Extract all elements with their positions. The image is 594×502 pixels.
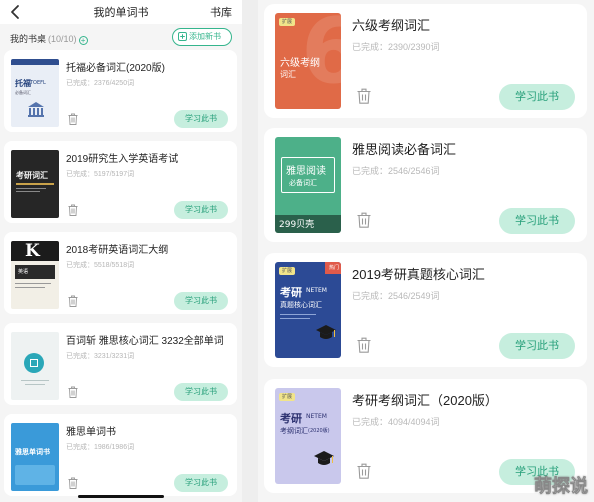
cover-title: 考研 [280, 412, 302, 425]
trash-icon[interactable] [68, 295, 78, 307]
add-book-button[interactable]: 添加新书 [172, 28, 232, 46]
book-title: 考研考纲词汇（2020版） [352, 393, 498, 408]
cover-subtitle: 考纲词汇 [280, 427, 308, 435]
book-card[interactable]: 百词斩 雅思核心词汇 3232全部单词 已完成：3231/3231词 学习此书 [4, 323, 237, 405]
right-screen: 6 扩展 六级考纲 词汇 六级考纲词汇 已完成：2390/2390词 学习此书 … [258, 0, 594, 502]
book-card[interactable]: 考研词汇 2019研究生入学英语考试 已完成：5197/5197词 学习此书 [4, 141, 237, 223]
book-cover: 雅思单词书 [11, 423, 59, 491]
book-progress: 已完成：5197/5197词 [66, 171, 135, 178]
book-progress: 已完成：5518/5518词 [66, 262, 135, 269]
book-title: 六级考纲词汇 [352, 18, 431, 33]
cover-tag: 扩展 [279, 267, 296, 275]
book-progress: 已完成：2546/2549词 [352, 291, 440, 301]
book-title: 2019研究生入学英语考试 [66, 154, 179, 165]
book-cover: K 英语 [11, 241, 59, 309]
book-cover [11, 332, 59, 400]
cover-shells: 299贝壳 [279, 220, 315, 230]
cover-en: NETEM [306, 413, 327, 420]
graduation-cap-icon [314, 451, 334, 465]
cover-title: 考研词汇 [16, 171, 48, 180]
add-circle-icon[interactable]: + [78, 36, 88, 45]
nav-bar: 我的单词书 书库 [0, 0, 242, 24]
cover-letter: K [25, 241, 40, 261]
book-card[interactable]: 雅思阅读 必备词汇 299贝壳 雅思阅读必备词汇 已完成：2546/2546词 … [264, 128, 587, 242]
study-book-button[interactable]: 学习此书 [499, 333, 575, 359]
study-book-button[interactable]: 学习此书 [499, 84, 575, 110]
book-progress: 已完成：3231/3231词 [66, 353, 135, 360]
study-book-button[interactable]: 学习此书 [174, 474, 228, 492]
cover-tag: 扩展 [279, 18, 296, 26]
trash-icon[interactable] [357, 212, 371, 228]
study-book-button[interactable]: 学习此书 [174, 383, 228, 401]
shelf-label: 我的书桌 (10/10) + [10, 32, 88, 45]
shelf-title: 我的书桌 [10, 34, 47, 44]
cover-ribbon: 热门 [328, 265, 339, 271]
book-card[interactable]: K 英语 2018考研英语词汇大纲 已完成：5518/5518词 学习此书 [4, 232, 237, 314]
cover-title: 托福 [15, 79, 31, 88]
book-cover: 雅思阅读 必备词汇 299贝壳 [275, 137, 341, 233]
book-progress: 已完成：2376/4250词 [66, 80, 135, 87]
book-card[interactable]: 6 扩展 六级考纲 词汇 六级考纲词汇 已完成：2390/2390词 学习此书 [264, 4, 587, 118]
cover-subtitle: 必备词汇 [289, 179, 317, 187]
book-title: 雅思阅读必备词汇 [352, 142, 457, 157]
trash-icon[interactable] [357, 463, 371, 479]
book-title: 雅思单词书 [66, 427, 116, 438]
trash-icon[interactable] [357, 337, 371, 353]
cover-title: 六级考纲 [280, 58, 320, 69]
graduation-cap-icon [316, 325, 336, 339]
watermark: 萌探说 [534, 476, 589, 497]
cover-tag: 扩展 [279, 393, 296, 401]
book-title: 2019考研真题核心词汇 [352, 267, 485, 282]
study-book-button[interactable]: 学习此书 [499, 208, 575, 234]
book-progress: 已完成：4094/4094词 [352, 417, 440, 427]
book-title: 托福必备词汇(2020版) [66, 63, 165, 74]
cover-year: (2020版) [308, 428, 330, 434]
trash-icon[interactable] [68, 113, 78, 125]
page-title: 我的单词书 [93, 7, 149, 19]
shelf-count: (10/10) [48, 34, 77, 44]
cover-note: 必备词汇 [15, 90, 31, 95]
add-book-icon [178, 32, 187, 41]
book-progress: 已完成：2546/2546词 [352, 166, 440, 176]
library-link[interactable]: 书库 [210, 4, 232, 20]
book-cover: 6 扩展 六级考纲 词汇 [275, 13, 341, 109]
book-progress: 已完成：1986/1986词 [66, 444, 135, 451]
cover-en: NETEM [306, 287, 327, 294]
book-card[interactable]: 托福 TOEFL 必备词汇 托福必备词汇(2020版) 已完成：2376/425… [4, 50, 237, 132]
cover-title: 考研 [280, 286, 302, 299]
book-card[interactable]: 雅思单词书 雅思单词书 已完成：1986/1986词 学习此书 [4, 414, 237, 496]
book-title: 百词斩 雅思核心词汇 3232全部单词 [66, 336, 224, 347]
study-book-button[interactable]: 学习此书 [174, 292, 228, 310]
building-icon [28, 102, 44, 117]
book-cover: 扩展 考研 NETEM 考纲词汇 (2020版) [275, 388, 341, 484]
cover-subtitle: 真题核心词汇 [280, 301, 322, 309]
trash-icon[interactable] [68, 204, 78, 216]
shelf-header: 我的书桌 (10/10) + 添加新书 [0, 26, 242, 48]
cover-subtitle: TOEFL [30, 80, 46, 86]
study-book-button[interactable]: 学习此书 [174, 110, 228, 128]
study-book-button[interactable]: 学习此书 [174, 201, 228, 219]
trash-icon[interactable] [357, 88, 371, 104]
book-title: 2018考研英语词汇大纲 [66, 245, 169, 256]
cover-subtitle: 词汇 [280, 70, 296, 79]
home-indicator[interactable] [78, 495, 164, 498]
cover-badge: 英语 [18, 269, 29, 275]
add-book-label: 添加新书 [189, 32, 221, 41]
cover-title: 雅思单词书 [15, 448, 50, 456]
book-cover: 托福 TOEFL 必备词汇 [11, 59, 59, 127]
book-cover: 扩展 热门 考研 NETEM 真题核心词汇 [275, 262, 341, 358]
cover-title: 雅思阅读 [286, 166, 326, 177]
trash-icon[interactable] [68, 477, 78, 489]
book-progress: 已完成：2390/2390词 [352, 42, 440, 52]
left-screen: 我的单词书 书库 我的书桌 (10/10) + 添加新书 托福 TOEFL 必备词汇… [0, 0, 242, 502]
trash-icon[interactable] [68, 386, 78, 398]
book-card[interactable]: 扩展 热门 考研 NETEM 真题核心词汇 2019考研真题核心词汇 已完成：2… [264, 253, 587, 367]
book-cover: 考研词汇 [11, 150, 59, 218]
